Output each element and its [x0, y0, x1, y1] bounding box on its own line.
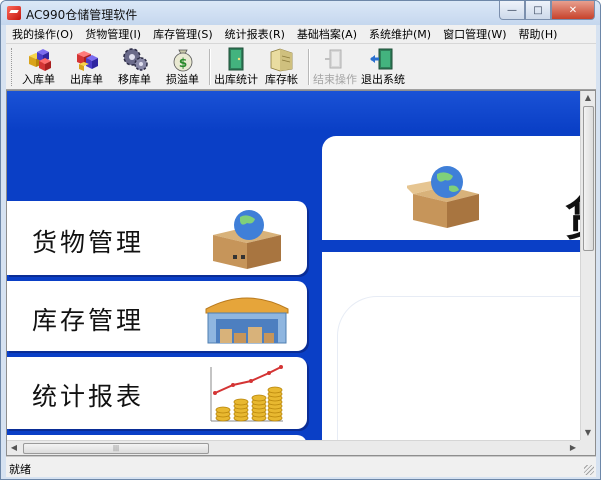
maximize-button[interactable]: □	[525, 1, 551, 20]
stock-ledger-label: 库存帐	[265, 73, 298, 86]
scrollbar-corner	[580, 440, 595, 455]
toolbar-grip[interactable]	[11, 48, 14, 86]
mdi-client-area: 货 货物管理 库存管理	[6, 90, 596, 456]
warehouse-icon	[205, 297, 289, 344]
transfer-order-label: 移库单	[118, 73, 151, 86]
end-operation-button[interactable]: 结束操作	[313, 46, 357, 88]
menu-basic-records[interactable]: 基础档案(A)	[291, 26, 363, 42]
inbound-order-label: 入库单	[22, 73, 55, 86]
inbound-cubes-icon	[28, 49, 51, 71]
money-bag-icon: $	[173, 49, 192, 72]
vertical-scroll-thumb[interactable]	[583, 106, 594, 251]
exit-system-icon	[370, 48, 393, 70]
transfer-order-button[interactable]: 移库单	[118, 46, 151, 88]
menu-inventory-management[interactable]: 库存管理(S)	[147, 26, 219, 42]
door-exit-icon	[228, 47, 244, 71]
statistics-report-label: 统计报表	[32, 382, 145, 411]
toolbar-separator	[308, 49, 310, 85]
menu-system-maintenance[interactable]: 系统维护(M)	[363, 26, 437, 42]
horizontal-scrollbar[interactable]: ◀ ||| ▶	[7, 440, 580, 455]
menu-reports[interactable]: 统计报表(R)	[219, 26, 291, 42]
goods-management-label: 货物管理	[32, 228, 145, 257]
loss-gain-order-button[interactable]: $ 损溢单	[166, 46, 199, 88]
window-title: AC990仓储管理软件	[26, 8, 138, 22]
right-header-card	[322, 136, 580, 246]
exit-system-label: 退出系统	[361, 73, 405, 86]
resize-grip-icon[interactable]	[584, 465, 594, 475]
scroll-up-icon[interactable]: ▲	[584, 93, 592, 103]
right-heading-char: 货	[565, 183, 580, 249]
toolbar-separator	[209, 49, 211, 85]
app-logo-icon	[7, 6, 21, 20]
menu-goods-management[interactable]: 货物管理(I)	[79, 26, 147, 42]
banner-background	[7, 91, 580, 131]
main-window: AC990仓储管理软件 — □ ✕ 我的操作(O) 货物管理(I) 库存管理(S…	[0, 0, 601, 480]
menu-my-operations[interactable]: 我的操作(O)	[6, 26, 79, 42]
goods-management-panel[interactable]: 货物管理	[7, 201, 307, 275]
stock-ledger-button[interactable]: 库存帐	[265, 46, 298, 88]
scroll-left-icon[interactable]: ◀	[9, 443, 19, 453]
statistics-report-panel[interactable]: 统计报表	[7, 357, 307, 429]
menu-bar: 我的操作(O) 货物管理(I) 库存管理(S) 统计报表(R) 基础档案(A) …	[6, 25, 596, 44]
inbound-order-button[interactable]: 入库单	[22, 46, 55, 88]
exit-system-button[interactable]: 退出系统	[361, 46, 405, 88]
right-content-card	[337, 296, 580, 440]
inventory-management-label: 库存管理	[32, 306, 145, 335]
end-operation-label: 结束操作	[313, 73, 357, 86]
loss-gain-order-label: 损溢单	[166, 73, 199, 86]
globe-box-icon	[213, 210, 281, 269]
outbound-stats-button[interactable]: 出库统计	[214, 46, 258, 88]
close-button[interactable]: ✕	[551, 1, 595, 20]
globe-box-icon	[407, 166, 479, 228]
end-operation-icon	[325, 49, 342, 69]
outbound-order-label: 出库单	[70, 73, 103, 86]
transfer-gears-icon	[122, 48, 148, 71]
minimize-button[interactable]: —	[499, 1, 525, 20]
scroll-down-icon[interactable]: ▼	[584, 428, 592, 438]
outbound-stats-label: 出库统计	[214, 73, 258, 86]
home-canvas: 货 货物管理 库存管理	[7, 91, 580, 440]
outbound-cubes-icon	[76, 51, 98, 71]
menu-window-management[interactable]: 窗口管理(W)	[437, 26, 512, 42]
horizontal-scroll-thumb[interactable]: |||	[23, 443, 209, 454]
status-text: 就绪	[9, 463, 31, 476]
svg-text:$: $	[178, 56, 186, 70]
outbound-order-button[interactable]: 出库单	[70, 46, 103, 88]
scroll-right-icon[interactable]: ▶	[568, 443, 578, 453]
vertical-scrollbar[interactable]: ▲ ▼	[580, 91, 595, 440]
inventory-management-panel[interactable]: 库存管理	[7, 281, 307, 351]
coin-chart-icon	[210, 365, 283, 422]
title-bar[interactable]: AC990仓储管理软件 — □ ✕	[1, 1, 600, 25]
menu-help[interactable]: 帮助(H)	[513, 26, 564, 42]
toolbar: 入库单 出库单 移库单 $ 损溢单 出库统计 库存帐 结束操作 退出系统	[6, 44, 596, 90]
ledger-folder-icon	[270, 48, 292, 72]
status-bar: 就绪	[6, 456, 596, 477]
